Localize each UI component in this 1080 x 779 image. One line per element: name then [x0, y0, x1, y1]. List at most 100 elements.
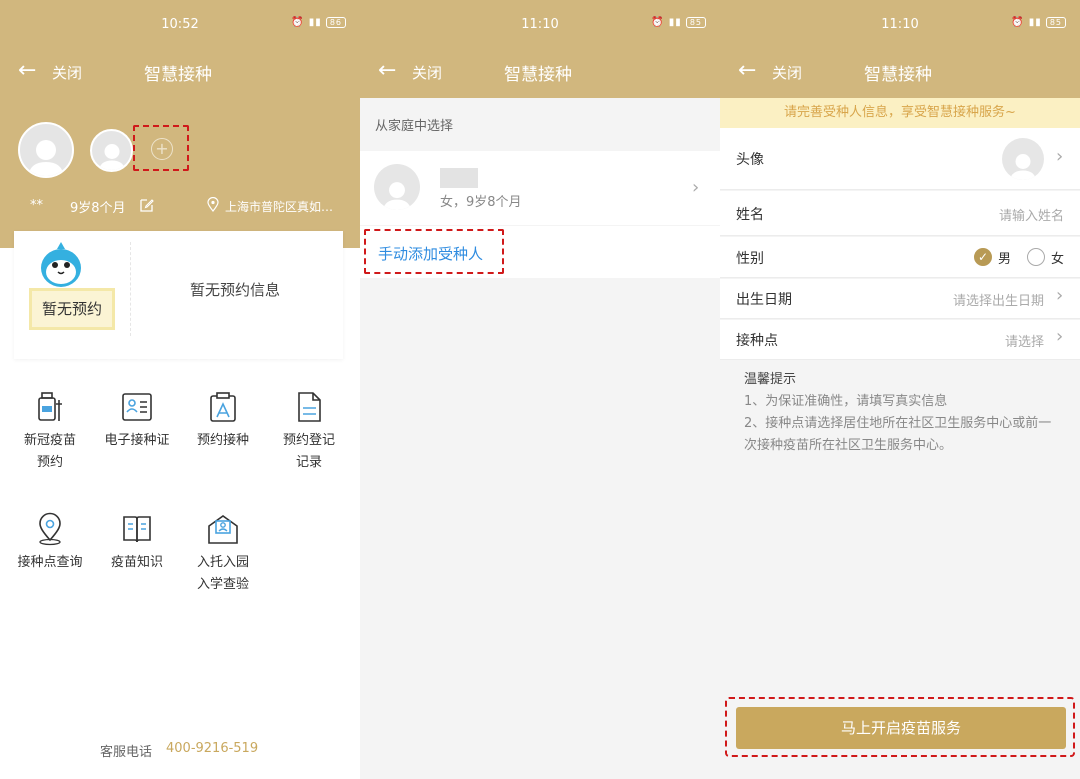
start-service-button[interactable]: 马上开启疫苗服务 [736, 707, 1066, 749]
chevron-right-icon: › [1056, 146, 1064, 167]
menu-vaccine-knowledge[interactable]: 疫苗知识 [97, 512, 177, 574]
nav-bar: ← 关闭 智慧接种 [360, 50, 720, 98]
member-form-screen: 11:10 ⏰ ▮▮ 85 ← 关闭 智慧接种 请完善受种人信息，享受智慧接种服… [720, 0, 1080, 779]
name-label: 姓名 [736, 207, 764, 223]
menu-label: 新冠疫苗 预约 [23, 433, 76, 470]
cta-highlight: 马上开启疫苗服务 [725, 697, 1075, 757]
back-arrow-icon[interactable]: ← [738, 60, 756, 82]
menu-covid-vaccine[interactable]: 新冠疫苗 预约 [10, 390, 90, 474]
close-button[interactable]: 关闭 [412, 62, 442, 83]
dob-label: 出生日期 [736, 292, 792, 308]
section-heading: 从家庭中选择 [375, 119, 454, 134]
menu-label: 电子接种证 [104, 433, 170, 448]
avatar[interactable] [1002, 138, 1044, 180]
id-card-icon [122, 393, 152, 421]
clipboard-icon [210, 392, 236, 422]
add-member-button[interactable]: + [151, 138, 173, 160]
home-screen: 10:52 ⏰ ▮▮ 86 ← 关闭 智慧接种 + ** 9岁8个月 上海市普陀… [0, 0, 360, 779]
gender-female-label: 女 [1051, 252, 1065, 267]
alarm-icon: ⏰ [651, 17, 665, 28]
gender-male-label: 男 [998, 252, 1012, 267]
tips-line: 1、为保证准确性，请填写真实信息 [744, 394, 948, 409]
location-pin-icon [207, 197, 219, 212]
page-title: 智慧接种 [864, 65, 932, 85]
avatar[interactable] [18, 122, 74, 178]
close-button[interactable]: 关闭 [52, 62, 82, 83]
gender-female-radio[interactable] [1027, 248, 1045, 266]
member-location[interactable]: 上海市普陀区真如… [225, 198, 333, 215]
signal-icon: ▮▮ [308, 17, 322, 28]
chevron-right-icon: › [1056, 285, 1064, 306]
menu-label: 接种点查询 [17, 555, 83, 570]
name-input[interactable]: 请输入姓名 [999, 205, 1064, 224]
page-title: 智慧接种 [144, 65, 212, 85]
signal-icon: ▮▮ [668, 17, 682, 28]
alarm-icon: ⏰ [1011, 17, 1025, 28]
battery-icon: 86 [325, 17, 346, 28]
hotline-number[interactable]: 400-9216-519 [166, 741, 258, 756]
gender-male-radio[interactable]: ✓ [974, 248, 992, 266]
menu-label: 疫苗知识 [110, 555, 163, 570]
site-row[interactable]: 接种点 请选择 › [720, 320, 1080, 360]
family-member-row[interactable]: 女，9岁8个月 › [360, 151, 720, 225]
hotline-label: 客服电话 [100, 745, 153, 760]
page-title: 智慧接种 [504, 65, 572, 85]
signal-icon: ▮▮ [1028, 17, 1042, 28]
person-icon [98, 144, 125, 170]
no-appointment-info: 暂无预约信息 [190, 281, 281, 299]
site-picker[interactable]: 请选择 [1005, 331, 1044, 350]
status-icons: ⏰ ▮▮ 85 [1011, 17, 1066, 28]
manual-add-highlight: 手动添加受种人 [364, 229, 504, 274]
mascot-icon [41, 242, 81, 287]
person-icon [383, 182, 411, 210]
no-appointment-badge: 暂无预约 [29, 288, 115, 330]
site-label: 接种点 [736, 333, 778, 349]
status-bar: 10:52 ⏰ ▮▮ 86 [0, 0, 360, 50]
manual-add-link[interactable]: 手动添加受种人 [378, 243, 483, 264]
alarm-icon: ⏰ [291, 17, 305, 28]
certificate-icon [208, 515, 238, 544]
menu-book-vaccination[interactable]: 预约接种 [183, 390, 263, 452]
menu-school-check[interactable]: 入托入园 入学查验 [183, 512, 263, 596]
avatar-row[interactable]: 头像 › [720, 128, 1080, 190]
nav-bar: ← 关闭 智慧接种 [720, 50, 1080, 98]
member-name: ** [30, 198, 43, 213]
member-age: 9岁8个月 [70, 201, 126, 216]
book-icon [123, 516, 151, 543]
back-arrow-icon[interactable]: ← [378, 60, 396, 82]
avatar-label: 头像 [736, 152, 764, 168]
info-banner: 请完善受种人信息，享受智慧接种服务~ [720, 98, 1080, 128]
profile-header: + ** 9岁8个月 上海市普陀区真如… [0, 98, 360, 248]
status-icons: ⏰ ▮▮ 86 [291, 17, 346, 28]
tips-line: 2、接种点请选择居住地所在社区卫生服务中心或前一次接种疫苗所在社区卫生服务中心。 [744, 416, 1052, 453]
location-pin-icon [39, 512, 61, 546]
vaccine-bottle-icon [38, 392, 62, 421]
chevron-right-icon: › [1056, 326, 1064, 347]
back-arrow-icon[interactable]: ← [18, 60, 36, 82]
status-bar: 11:10 ⏰ ▮▮ 85 [720, 0, 1080, 50]
manual-add-row: 手动添加受种人 [360, 226, 720, 278]
member-name-redacted [440, 168, 478, 188]
dob-picker[interactable]: 请选择出生日期 [953, 290, 1044, 309]
battery-icon: 85 [685, 17, 706, 28]
avatar-secondary[interactable] [90, 129, 133, 172]
select-member-screen: 11:10 ⏰ ▮▮ 85 ← 关闭 智慧接种 从家庭中选择 女，9岁8个月 ›… [360, 0, 720, 779]
tips-section: 温馨提示 1、为保证准确性，请填写真实信息 2、接种点请选择居住地所在社区卫生服… [744, 369, 1064, 457]
gender-label: 性别 [736, 251, 764, 267]
menu-site-lookup[interactable]: 接种点查询 [10, 512, 90, 574]
dob-row[interactable]: 出生日期 请选择出生日期 › [720, 279, 1080, 319]
person-icon [28, 140, 64, 176]
menu-label: 预约接种 [196, 433, 249, 448]
menu-label: 入托入园 入学查验 [196, 555, 249, 592]
edit-icon[interactable] [139, 197, 155, 213]
status-icons: ⏰ ▮▮ 85 [651, 17, 706, 28]
menu-label: 预约登记 记录 [282, 433, 335, 470]
close-button[interactable]: 关闭 [772, 62, 802, 83]
avatar [374, 164, 420, 210]
member-info: 女，9岁8个月 [440, 195, 522, 210]
card-scallop-edge [14, 355, 343, 363]
gender-row: 性别 ✓ 男 女 [720, 237, 1080, 278]
menu-e-certificate[interactable]: 电子接种证 [97, 390, 177, 452]
menu-booking-records[interactable]: 预约登记 记录 [269, 390, 349, 474]
chevron-right-icon: › [692, 177, 700, 198]
